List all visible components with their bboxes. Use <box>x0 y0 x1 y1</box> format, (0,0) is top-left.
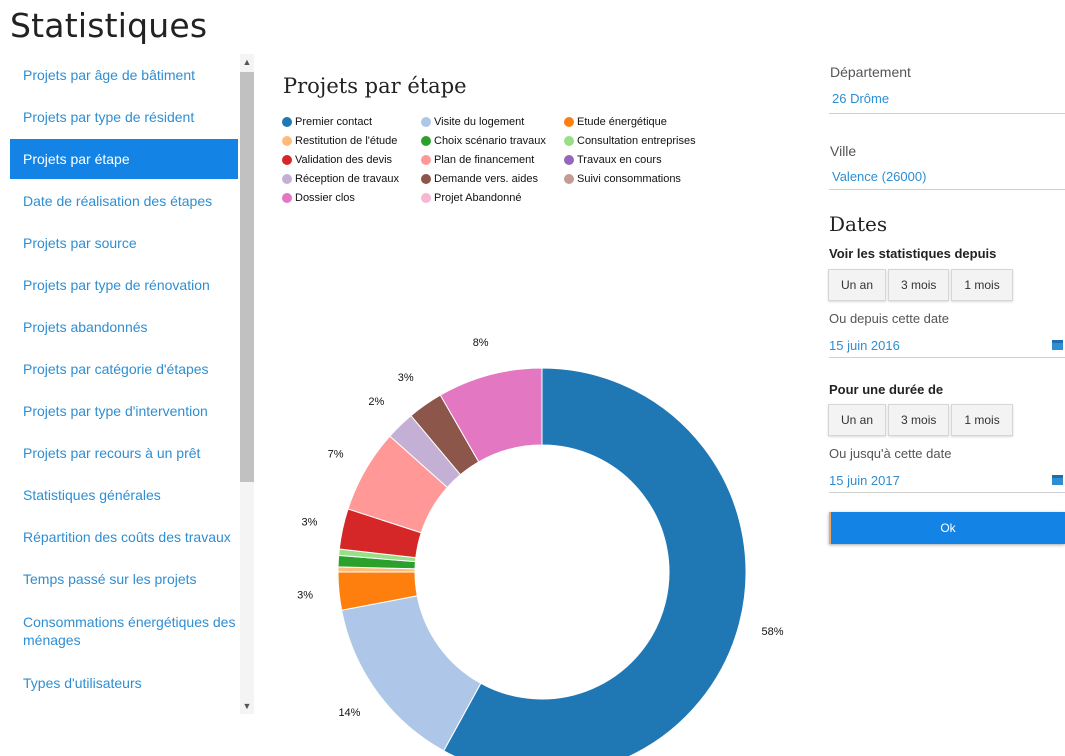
until-date-field[interactable]: 15 juin 2017 <box>829 469 1065 493</box>
sidebar-scrollbar[interactable]: ▲ ▼ <box>240 54 254 714</box>
since-date-label: Ou depuis cette date <box>829 311 949 326</box>
duration-button[interactable]: Un an <box>828 404 887 436</box>
legend-item[interactable]: Demande vers. aides <box>421 171 538 187</box>
donut-chart: 58% 14% 3% 3% 7% 2% 3% 8% <box>297 337 784 756</box>
since-date-value: 15 juin 2016 <box>829 338 900 353</box>
legend-swatch <box>564 174 574 184</box>
legend-label: Visite du logement <box>434 116 525 128</box>
legend-label: Etude énergétique <box>577 116 667 128</box>
legend-swatch <box>421 193 431 203</box>
legend-label: Consultation entreprises <box>577 135 696 147</box>
sidebar-item[interactable]: Projets par type de rénovation <box>10 264 238 306</box>
legend-swatch <box>282 155 292 165</box>
slice-percent-label: 14% <box>338 707 360 719</box>
sidebar-item[interactable]: Projets par type d'intervention <box>10 390 238 432</box>
since-button[interactable]: Un an <box>828 269 887 301</box>
legend-item[interactable]: Projet Abandonné <box>421 190 521 206</box>
scroll-thumb[interactable] <box>240 72 254 482</box>
scroll-up-icon[interactable]: ▲ <box>240 54 254 70</box>
sidebar-item[interactable]: Projets abandonnés <box>10 306 238 348</box>
since-button-group: Un an 3 mois 1 mois <box>828 269 1015 301</box>
sidebar-item[interactable]: Consommations énergétiques des ménages <box>10 600 238 662</box>
sidebar-item[interactable]: Temps passé sur les projets <box>10 558 238 600</box>
legend-item[interactable]: Plan de financement <box>421 152 534 168</box>
slice-percent-label: 58% <box>762 626 784 638</box>
legend-label: Travaux en cours <box>577 154 662 166</box>
legend-item[interactable]: Validation des devis <box>282 152 392 168</box>
department-select[interactable]: 26 Drôme <box>829 88 1065 114</box>
legend-label: Choix scénario travaux <box>434 135 546 147</box>
legend-item[interactable]: Dossier clos <box>282 190 355 206</box>
ok-button[interactable]: Ok <box>829 512 1065 544</box>
city-select[interactable]: Valence (26000) <box>829 166 1065 190</box>
sidebar: Projets par âge de bâtiment Projets par t… <box>10 54 254 714</box>
dates-title: Dates <box>829 212 888 236</box>
slice-percent-label: 3% <box>297 589 313 601</box>
legend-item[interactable]: Réception de travaux <box>282 171 399 187</box>
legend-item[interactable]: Consultation entreprises <box>564 133 696 149</box>
legend-swatch <box>282 174 292 184</box>
slice-percent-label: 7% <box>328 448 344 460</box>
legend-swatch <box>564 117 574 127</box>
sidebar-list: Projets par âge de bâtiment Projets par t… <box>10 54 238 714</box>
chart-title: Projets par étape <box>283 74 467 98</box>
until-date-label: Ou jusqu'à cette date <box>829 446 952 461</box>
legend-swatch <box>282 117 292 127</box>
legend-item[interactable]: Travaux en cours <box>564 152 662 168</box>
legend-label: Dossier clos <box>295 192 355 204</box>
since-label: Voir les statistiques depuis <box>829 246 997 261</box>
legend-swatch <box>421 136 431 146</box>
calendar-icon[interactable] <box>1052 340 1063 350</box>
slice-percent-label: 2% <box>368 396 384 408</box>
duration-button[interactable]: 1 mois <box>951 404 1013 436</box>
legend-label: Plan de financement <box>434 154 535 166</box>
legend-item[interactable]: Restitution de l'étude <box>282 133 397 149</box>
sidebar-item[interactable]: Date de réalisation des étapes <box>10 180 238 222</box>
sidebar-item[interactable]: Projets par source <box>10 222 238 264</box>
sidebar-item[interactable]: Projets par type de résident <box>10 96 238 138</box>
sidebar-item[interactable]: Statistiques générales <box>10 474 238 516</box>
sidebar-item[interactable]: Projets par étape <box>10 139 238 179</box>
legend-item[interactable]: Premier contact <box>282 114 372 130</box>
legend-item[interactable]: Choix scénario travaux <box>421 133 546 149</box>
slice-percent-label: 3% <box>398 372 414 384</box>
sidebar-item[interactable]: Projets par catégorie d'étapes <box>10 348 238 390</box>
legend-swatch <box>564 155 574 165</box>
scroll-down-icon[interactable]: ▼ <box>240 698 254 714</box>
legend-swatch <box>421 117 431 127</box>
legend-item[interactable]: Etude énergétique <box>564 114 667 130</box>
since-button[interactable]: 1 mois <box>951 269 1013 301</box>
legend-label: Validation des devis <box>295 154 393 166</box>
duration-button-group: Un an 3 mois 1 mois <box>828 404 1015 436</box>
legend-label: Restitution de l'étude <box>295 135 398 147</box>
legend-label: Réception de travaux <box>295 173 399 185</box>
legend-swatch <box>564 136 574 146</box>
page-title: Statistiques <box>10 6 208 45</box>
legend-label: Premier contact <box>295 116 373 128</box>
calendar-icon[interactable] <box>1052 475 1063 485</box>
duration-button[interactable]: 3 mois <box>888 404 950 436</box>
sidebar-item[interactable]: Types d'utilisateurs <box>10 662 238 704</box>
legend-swatch <box>282 136 292 146</box>
legend-label: Projet Abandonné <box>434 192 522 204</box>
since-date-field[interactable]: 15 juin 2016 <box>829 334 1065 358</box>
sidebar-item[interactable]: Projets par âge de bâtiment <box>10 54 238 96</box>
sidebar-item[interactable]: Répartition des coûts des travaux <box>10 516 238 558</box>
legend-swatch <box>421 174 431 184</box>
slice-percent-label: 8% <box>473 337 489 349</box>
sidebar-item[interactable]: Projets par recours à un prêt <box>10 432 238 474</box>
legend-swatch <box>421 155 431 165</box>
legend-item[interactable]: Suivi consommations <box>564 171 681 187</box>
slice-percent-label: 3% <box>301 517 317 529</box>
until-date-value: 15 juin 2017 <box>829 473 900 488</box>
since-button[interactable]: 3 mois <box>888 269 950 301</box>
city-label: Ville <box>830 143 857 159</box>
legend-label: Demande vers. aides <box>434 173 538 185</box>
legend-label: Suivi consommations <box>577 173 681 185</box>
department-label: Département <box>830 64 911 80</box>
legend-swatch <box>282 193 292 203</box>
duration-label: Pour une durée de <box>829 382 944 397</box>
legend-item[interactable]: Visite du logement <box>421 114 524 130</box>
